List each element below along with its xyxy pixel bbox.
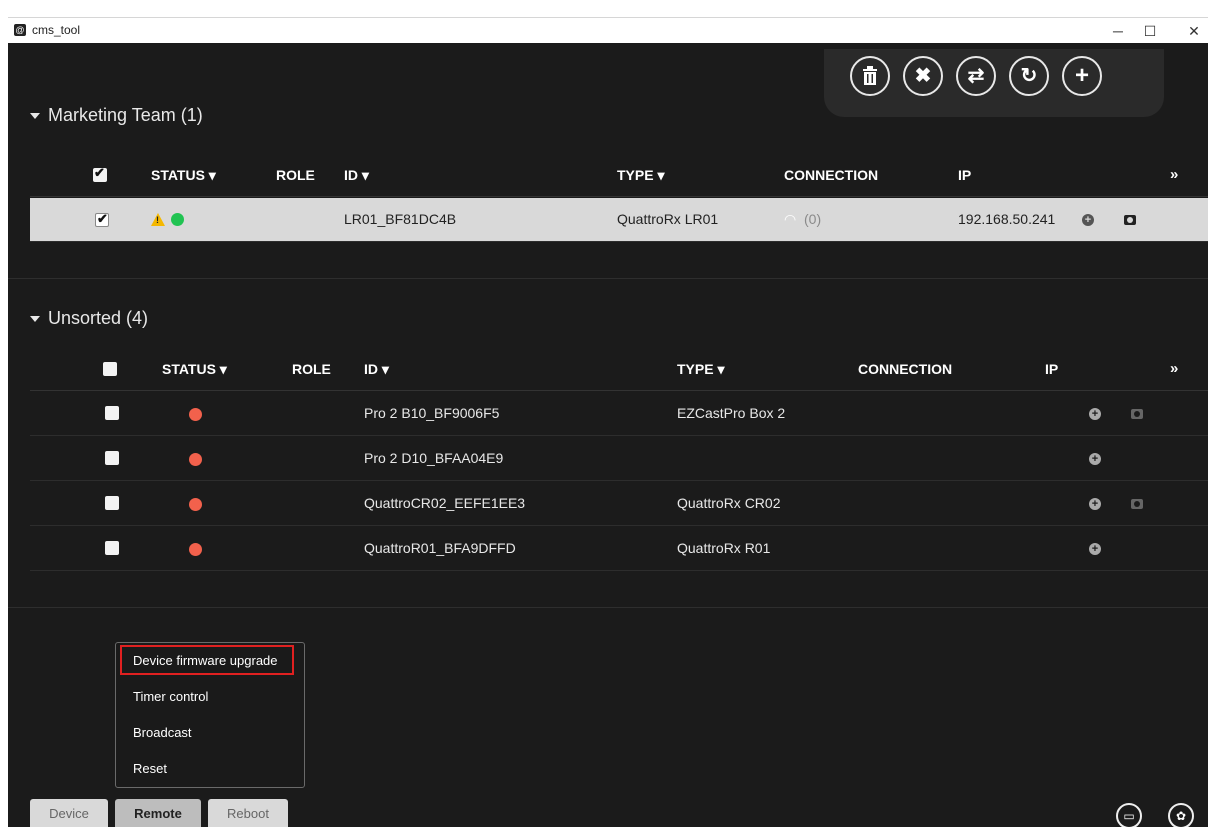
add-circle-icon[interactable]: + — [1089, 408, 1101, 420]
connection-header: CONNECTION — [858, 361, 953, 377]
table-row[interactable]: Pro 2 D10_BFAA04E9 + — [30, 437, 1208, 481]
device-id: QuattroCR02_EEFE1EE3 — [364, 495, 526, 511]
group-header-marketing[interactable]: Marketing Team (1) — [30, 105, 203, 126]
device-id: LR01_BF81DC4B — [344, 211, 457, 227]
divider — [8, 607, 1208, 608]
connection-value: (0) — [804, 211, 822, 227]
device-id: Pro 2 D10_BFAA04E9 — [364, 450, 504, 466]
device-type: EZCastPro Box 2 — [677, 405, 786, 421]
type-header[interactable]: TYPE ▾ — [677, 361, 725, 378]
id-header[interactable]: ID ▾ — [344, 167, 369, 184]
menu-item-reset[interactable]: Reset — [133, 761, 167, 776]
row-checkbox[interactable] — [95, 211, 109, 227]
select-all-checkbox[interactable] — [103, 362, 117, 376]
status-offline-icon — [189, 453, 202, 466]
menu-item-firmware-upgrade[interactable]: Device firmware upgrade — [133, 653, 278, 668]
row-checkbox[interactable] — [105, 406, 119, 420]
connection-header: CONNECTION — [784, 167, 879, 183]
expand-columns-button[interactable]: » — [1170, 166, 1178, 183]
remote-context-menu: Device firmware upgrade Timer control Br… — [115, 642, 305, 788]
status-header[interactable]: STATUS ▾ — [151, 167, 216, 184]
select-all-checkbox[interactable] — [93, 165, 107, 182]
title-bar: @ cms_tool ─ ☐ ✕ — [8, 17, 1208, 43]
add-circle-icon[interactable]: + — [1082, 214, 1094, 226]
caret-down-icon — [30, 113, 40, 120]
table-row[interactable]: LR01_BF81DC4B QuattroRx LR01 ◠ (0) 192.1… — [30, 198, 1208, 242]
app-main: ✖ ⇄ ↻ + Marketing Team (1) STATUS ▾ ROLE… — [8, 43, 1208, 827]
add-circle-icon[interactable]: + — [1089, 453, 1101, 465]
row-checkbox[interactable] — [105, 496, 119, 510]
gear-icon[interactable]: ✿ — [1168, 803, 1194, 827]
wifi-icon: ◠ — [784, 211, 797, 227]
ip-header: IP — [1045, 361, 1059, 377]
delete-icon[interactable] — [850, 56, 890, 96]
device-id: QuattroR01_BFA9DFFD — [364, 540, 516, 556]
add-circle-icon[interactable]: + — [1089, 498, 1101, 510]
device-type: QuattroRx R01 — [677, 540, 771, 556]
device-type: QuattroRx CR02 — [677, 495, 781, 511]
app-icon: @ — [14, 24, 26, 36]
ip-header: IP — [958, 167, 972, 183]
menu-item-broadcast[interactable]: Broadcast — [133, 725, 192, 740]
table-row[interactable]: QuattroCR02_EEFE1EE3 QuattroRx CR02 + — [30, 482, 1208, 526]
minimize-button[interactable]: ─ — [1104, 20, 1132, 42]
type-header[interactable]: TYPE ▾ — [617, 167, 665, 184]
maximize-button[interactable]: ☐ — [1136, 20, 1164, 42]
group-header-unsorted[interactable]: Unsorted (4) — [30, 308, 148, 329]
expand-columns-button[interactable]: » — [1170, 360, 1178, 377]
close-window-button[interactable]: ✕ — [1180, 20, 1208, 42]
camera-icon[interactable] — [1131, 499, 1143, 509]
window-title: cms_tool — [32, 23, 81, 37]
tab-remote[interactable]: Remote — [115, 799, 201, 827]
table-header: STATUS ▾ ROLE ID ▾ TYPE ▾ CONNECTION IP … — [30, 155, 1208, 197]
device-type: QuattroRx LR01 — [617, 211, 719, 227]
status-offline-icon — [189, 498, 202, 511]
table-row[interactable]: Pro 2 B10_BF9006F5 EZCastPro Box 2 + — [30, 392, 1208, 436]
device-id: Pro 2 B10_BF9006F5 — [364, 405, 500, 421]
close-icon[interactable]: ✖ — [903, 56, 943, 96]
table-header: STATUS ▾ ROLE ID ▾ TYPE ▾ CONNECTION IP … — [30, 349, 1208, 391]
swap-icon[interactable]: ⇄ — [956, 56, 996, 96]
camera-icon[interactable] — [1124, 215, 1136, 225]
monitor-icon[interactable]: ▭ — [1116, 803, 1142, 827]
row-checkbox[interactable] — [105, 451, 119, 465]
row-checkbox[interactable] — [105, 541, 119, 555]
add-circle-icon[interactable]: + — [1089, 543, 1101, 555]
role-header: ROLE — [276, 167, 315, 183]
caret-down-icon — [30, 316, 40, 323]
status-offline-icon — [189, 408, 202, 421]
device-ip: 192.168.50.241 — [958, 211, 1056, 227]
action-toolbar: ✖ ⇄ ↻ + — [824, 49, 1164, 117]
tab-reboot[interactable]: Reboot — [208, 799, 288, 827]
table-row[interactable]: QuattroR01_BFA9DFFD QuattroRx R01 + — [30, 527, 1208, 571]
menu-item-timer-control[interactable]: Timer control — [133, 689, 208, 704]
id-header[interactable]: ID ▾ — [364, 361, 389, 378]
status-online-icon — [171, 213, 184, 226]
tab-device[interactable]: Device — [30, 799, 108, 827]
status-offline-icon — [189, 543, 202, 556]
role-header: ROLE — [292, 361, 331, 377]
group-title: Unsorted (4) — [48, 308, 149, 328]
camera-icon[interactable] — [1131, 409, 1143, 419]
status-header[interactable]: STATUS ▾ — [162, 361, 227, 378]
add-icon[interactable]: + — [1062, 56, 1102, 96]
group-title: Marketing Team (1) — [48, 105, 203, 125]
warning-icon — [151, 213, 165, 226]
refresh-icon[interactable]: ↻ — [1009, 56, 1049, 96]
divider — [8, 278, 1208, 279]
